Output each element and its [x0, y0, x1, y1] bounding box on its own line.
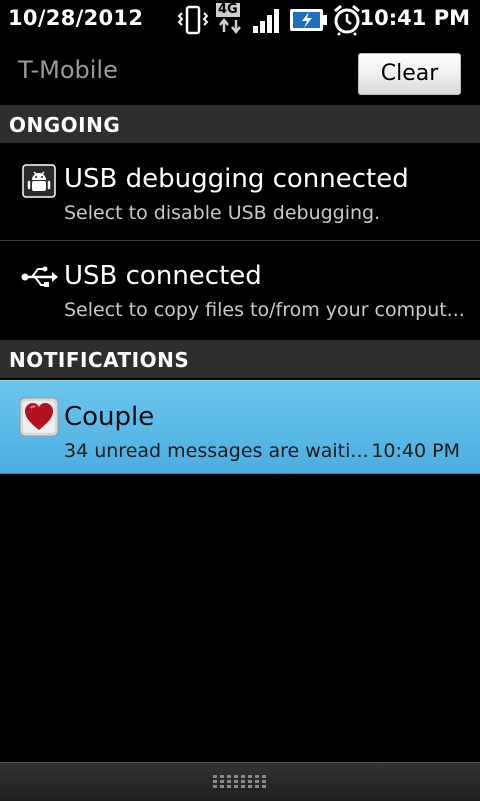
battery-charging-icon [290, 9, 327, 31]
notification-title: USB connected [64, 261, 262, 291]
notification-usb-connected[interactable]: USB connected Select to copy files to/fr… [0, 241, 480, 338]
android-debug-icon [22, 164, 56, 198]
heart-icon [19, 397, 59, 437]
clear-button[interactable]: Clear [358, 53, 461, 95]
notification-subtitle: Select to disable USB debugging. [64, 202, 381, 224]
notification-subtitle: 34 unread messages are waiti... [64, 440, 369, 462]
section-header-ongoing: ONGOING [0, 105, 480, 143]
notification-couple[interactable]: Couple 34 unread messages are waiti... 1… [0, 380, 480, 474]
alarm-icon [334, 4, 360, 36]
notification-usb-debugging[interactable]: USB debugging connected Select to disabl… [0, 144, 480, 240]
status-bar: 10/28/2012 4G 10:41 PM [0, 0, 480, 38]
status-time: 10:41 PM [359, 6, 470, 30]
4g-data-icon: 4G [216, 3, 246, 35]
section-header-notifications: NOTIFICATIONS [0, 340, 480, 378]
notification-title: USB debugging connected [64, 164, 409, 194]
carrier-name: T-Mobile [18, 56, 118, 84]
grip-icon [213, 775, 266, 788]
usb-icon [21, 266, 58, 287]
vibrate-icon [177, 5, 209, 35]
notification-subtitle: Select to copy files to/from your comput… [64, 299, 465, 321]
drag-handle-bar[interactable] [0, 762, 480, 801]
notification-time: 10:40 PM [371, 440, 460, 462]
network-type-label: 4G [216, 2, 240, 17]
status-date: 10/28/2012 [8, 6, 144, 30]
notification-title: Couple [64, 402, 155, 432]
signal-icon [253, 9, 279, 33]
